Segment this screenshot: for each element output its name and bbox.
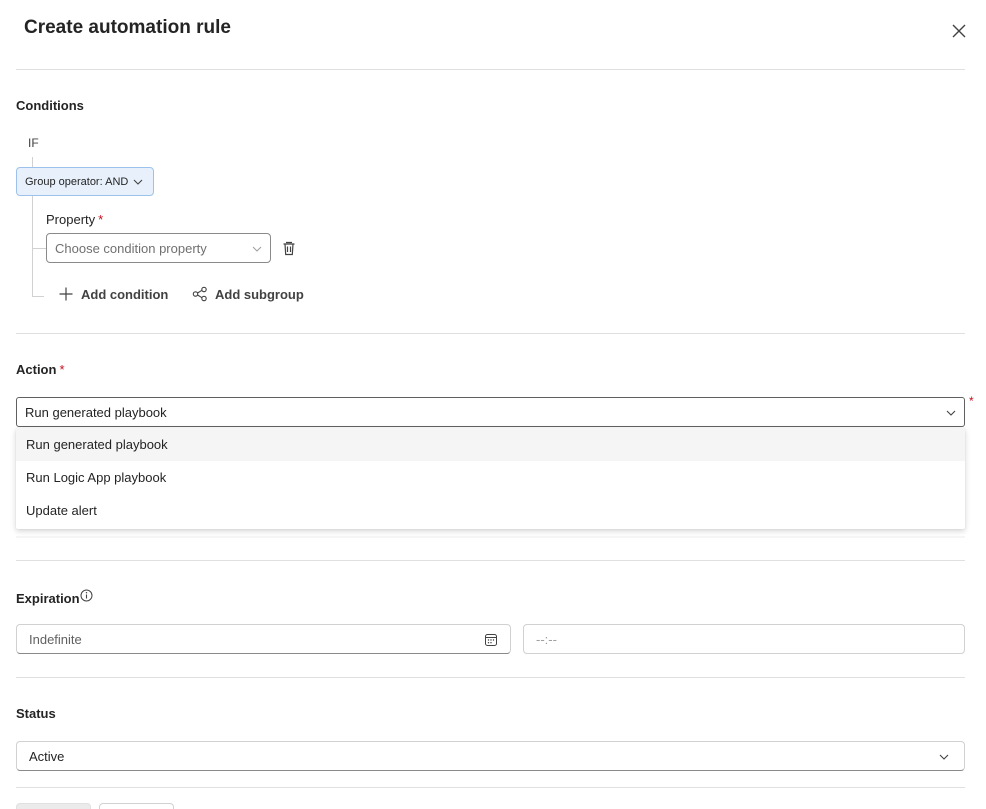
status-divider (16, 787, 965, 788)
required-mark: * (98, 212, 104, 227)
delete-condition-button[interactable] (280, 239, 298, 257)
condition-property-placeholder: Choose condition property (55, 240, 207, 256)
status-heading: Status (16, 706, 56, 721)
required-mark: * (969, 394, 974, 408)
chevron-down-icon (939, 754, 949, 760)
conditions-divider (16, 333, 965, 334)
close-icon (952, 24, 966, 38)
expiration-time-placeholder: --:-- (536, 631, 557, 647)
expiration-date-placeholder: Indefinite (29, 631, 82, 647)
action-heading: Action * (16, 362, 65, 377)
action-heading-text: Action (16, 362, 57, 377)
action-option-run-logic-app-playbook[interactable]: Run Logic App playbook (16, 461, 965, 494)
expiration-heading: Expiration (16, 591, 80, 606)
required-mark: * (59, 362, 65, 377)
group-operator-dropdown[interactable]: Group operator: AND (16, 167, 154, 196)
condition-property-dropdown[interactable]: Choose condition property (46, 233, 271, 263)
add-subgroup-button[interactable]: Add subgroup (192, 286, 304, 302)
group-operator-label: Group operator: AND (25, 175, 129, 188)
close-button[interactable] (948, 20, 970, 42)
chevron-down-icon (252, 246, 262, 252)
property-label-text: Property (46, 212, 96, 227)
add-condition-label: Add condition (81, 286, 169, 302)
tree-connector (32, 248, 46, 249)
add-icon (59, 287, 73, 301)
property-label: Property * (46, 212, 103, 227)
info-icon (80, 589, 93, 602)
action-option-run-generated-playbook[interactable]: Run generated playbook (16, 428, 965, 461)
action-dropdown-listbox: Run generated playbook Run Logic App pla… (16, 428, 965, 529)
expiration-divider (16, 677, 965, 678)
action-option-update-alert[interactable]: Update alert (16, 494, 965, 527)
action-selected-value: Run generated playbook (25, 404, 167, 420)
status-selected-value: Active (29, 748, 65, 764)
conditions-heading: Conditions (16, 98, 84, 113)
chevron-down-icon (946, 410, 956, 416)
expiration-date-input[interactable]: Indefinite (16, 624, 511, 654)
calendar-icon (485, 634, 497, 646)
chevron-down-icon (133, 179, 143, 185)
subgroup-icon (192, 286, 207, 302)
dropdown-shadow-divider (16, 536, 965, 538)
cancel-button[interactable] (99, 803, 174, 809)
tree-connector (32, 296, 44, 297)
delete-icon (283, 241, 295, 256)
action-dropdown[interactable]: Run generated playbook (16, 397, 965, 427)
action-divider (16, 560, 965, 561)
apply-button[interactable] (16, 803, 91, 809)
header-divider (16, 69, 965, 70)
add-condition-button[interactable]: Add condition (58, 286, 168, 302)
add-subgroup-label: Add subgroup (215, 286, 304, 302)
if-label: IF (28, 136, 39, 150)
status-dropdown[interactable]: Active (16, 741, 965, 771)
expiration-time-input[interactable]: --:-- (523, 624, 965, 654)
expiration-info-button[interactable] (80, 589, 93, 607)
tree-connector (32, 196, 33, 296)
panel-title: Create automation rule (24, 17, 231, 38)
